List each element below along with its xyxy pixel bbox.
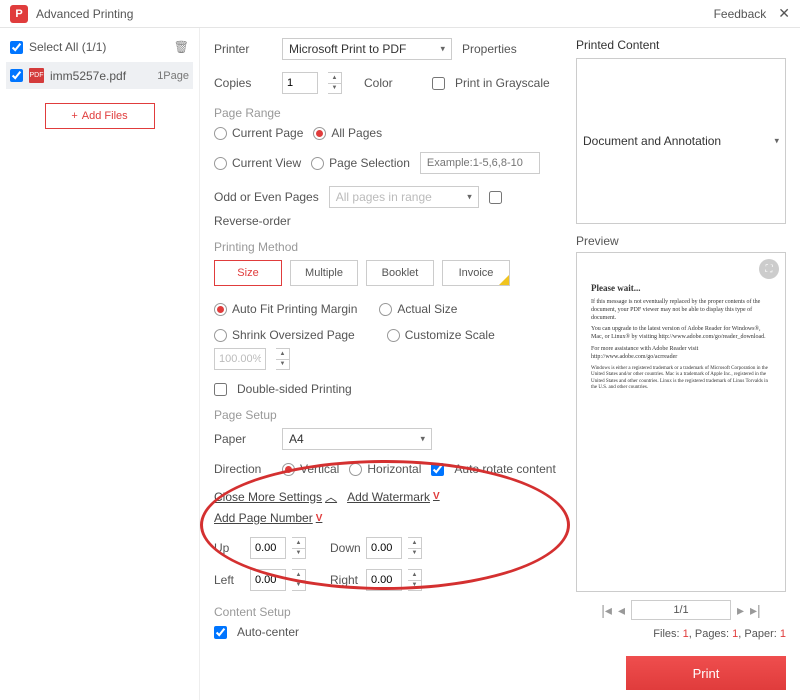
auto-center-checkbox[interactable] bbox=[214, 626, 227, 639]
margin-down-input[interactable] bbox=[366, 537, 402, 559]
add-watermark[interactable]: Add WatermarkV bbox=[347, 490, 440, 504]
close-more-settings[interactable]: Close More Settings︿ bbox=[214, 488, 337, 505]
all-pages-radio[interactable]: All Pages bbox=[313, 126, 382, 140]
next-page-icon[interactable]: ▸ bbox=[737, 602, 744, 619]
scale-spinner[interactable]: ▲▼ bbox=[276, 348, 290, 370]
printer-select[interactable]: Microsoft Print to PDF bbox=[282, 38, 452, 60]
close-icon[interactable]: ✕ bbox=[778, 5, 790, 22]
current-page-radio[interactable]: Current Page bbox=[214, 126, 303, 140]
margin-left-spinner[interactable]: ▲▼ bbox=[292, 569, 306, 591]
printer-label: Printer bbox=[214, 42, 264, 56]
margin-up-label: Up bbox=[214, 541, 244, 555]
auto-fit-radio[interactable]: Auto Fit Printing Margin bbox=[214, 302, 357, 316]
select-all-checkbox[interactable] bbox=[10, 41, 23, 54]
v-badge-icon: V bbox=[316, 513, 323, 524]
color-label: Color bbox=[364, 76, 414, 90]
copies-input[interactable] bbox=[282, 72, 318, 94]
shrink-radio[interactable]: Shrink Oversized Page bbox=[214, 328, 355, 342]
page-selection-radio[interactable]: Page Selection bbox=[311, 156, 410, 170]
select-all-label: Select All (1/1) bbox=[29, 40, 106, 54]
printed-content-select[interactable]: Document and Annotation bbox=[576, 58, 786, 224]
prev-page-icon[interactable]: ◂ bbox=[618, 602, 625, 619]
method-size[interactable]: Size bbox=[214, 260, 282, 286]
preview-text: For more assistance with Adobe Reader vi… bbox=[591, 346, 771, 362]
preview-text: If this message is not eventually replac… bbox=[591, 299, 771, 322]
scale-radio[interactable]: Customize Scale bbox=[387, 328, 495, 342]
margin-down-spinner[interactable]: ▲▼ bbox=[408, 537, 422, 559]
last-page-icon[interactable]: ▸| bbox=[750, 602, 761, 619]
app-logo: P bbox=[10, 5, 28, 23]
odd-even-label: Odd or Even Pages bbox=[214, 190, 319, 204]
counts-summary: Files: 1, Pages: 1, Paper: 1 bbox=[576, 628, 786, 640]
double-sided-label: Double-sided Printing bbox=[237, 382, 352, 396]
margin-up-input[interactable] bbox=[250, 537, 286, 559]
print-button[interactable]: Print bbox=[626, 656, 786, 690]
auto-rotate-checkbox[interactable] bbox=[431, 463, 444, 476]
pdf-icon: PDF bbox=[29, 68, 44, 83]
preview-heading: Please wait... bbox=[591, 283, 771, 293]
margin-left-label: Left bbox=[214, 573, 244, 587]
vertical-radio[interactable]: Vertical bbox=[282, 462, 339, 476]
copies-spinner[interactable]: ▲▼ bbox=[328, 72, 342, 94]
margin-up-spinner[interactable]: ▲▼ bbox=[292, 537, 306, 559]
file-name: imm5257e.pdf bbox=[50, 69, 157, 83]
delete-icon[interactable]: 🗑 bbox=[174, 40, 189, 54]
grayscale-label: Print in Grayscale bbox=[455, 76, 550, 90]
method-invoice[interactable]: Invoice bbox=[442, 260, 510, 286]
grayscale-checkbox[interactable] bbox=[432, 77, 445, 90]
scale-input[interactable] bbox=[214, 348, 266, 370]
reverse-label: Reverse-order bbox=[214, 214, 291, 228]
margin-right-input[interactable] bbox=[366, 569, 402, 591]
method-booklet[interactable]: Booklet bbox=[366, 260, 434, 286]
file-row[interactable]: PDF imm5257e.pdf 1Page bbox=[6, 62, 193, 89]
v-badge-icon: V bbox=[433, 491, 440, 502]
preview-text: You can upgrade to the latest version of… bbox=[591, 326, 771, 342]
odd-even-select[interactable]: All pages in range bbox=[329, 186, 479, 208]
page-selection-input[interactable] bbox=[420, 152, 540, 174]
window-title: Advanced Printing bbox=[36, 7, 133, 21]
actual-size-radio[interactable]: Actual Size bbox=[379, 302, 457, 316]
printed-content-label: Printed Content bbox=[576, 38, 659, 52]
feedback-link[interactable]: Feedback bbox=[714, 7, 767, 21]
current-view-radio[interactable]: Current View bbox=[214, 156, 301, 170]
paper-select[interactable]: A4 bbox=[282, 428, 432, 450]
method-multiple[interactable]: Multiple bbox=[290, 260, 358, 286]
double-sided-checkbox[interactable] bbox=[214, 383, 227, 396]
file-checkbox[interactable] bbox=[10, 69, 23, 82]
add-files-button[interactable]: Add Files bbox=[45, 103, 155, 129]
content-setup-section: Content Setup bbox=[214, 605, 556, 619]
page-range-section: Page Range bbox=[214, 106, 556, 120]
direction-label: Direction bbox=[214, 462, 264, 476]
horizontal-radio[interactable]: Horizontal bbox=[349, 462, 421, 476]
margin-left-input[interactable] bbox=[250, 569, 286, 591]
page-setup-section: Page Setup bbox=[214, 408, 556, 422]
page-indicator[interactable]: 1/1 bbox=[631, 600, 731, 620]
chevron-up-icon: ︿ bbox=[325, 488, 337, 505]
preview-text: Windows is either a registered trademark… bbox=[591, 366, 771, 392]
auto-rotate-label: Auto rotate content bbox=[454, 462, 555, 476]
margin-right-label: Right bbox=[330, 573, 360, 587]
margin-right-spinner[interactable]: ▲▼ bbox=[408, 569, 422, 591]
margin-down-label: Down bbox=[330, 541, 360, 555]
properties-link[interactable]: Properties bbox=[462, 42, 517, 56]
auto-center-label: Auto-center bbox=[237, 625, 299, 639]
printing-method-section: Printing Method bbox=[214, 240, 556, 254]
reverse-checkbox[interactable] bbox=[489, 191, 502, 204]
fullscreen-icon[interactable]: ⛶ bbox=[759, 259, 779, 279]
add-page-number[interactable]: Add Page NumberV bbox=[214, 511, 322, 525]
file-pagecount: 1Page bbox=[157, 70, 189, 82]
copies-label: Copies bbox=[214, 76, 264, 90]
paper-label: Paper bbox=[214, 432, 264, 446]
preview-pane: ⛶ Please wait... If this message is not … bbox=[576, 252, 786, 592]
preview-label: Preview bbox=[576, 234, 786, 248]
first-page-icon[interactable]: |◂ bbox=[601, 602, 612, 619]
corner-icon bbox=[499, 275, 509, 285]
